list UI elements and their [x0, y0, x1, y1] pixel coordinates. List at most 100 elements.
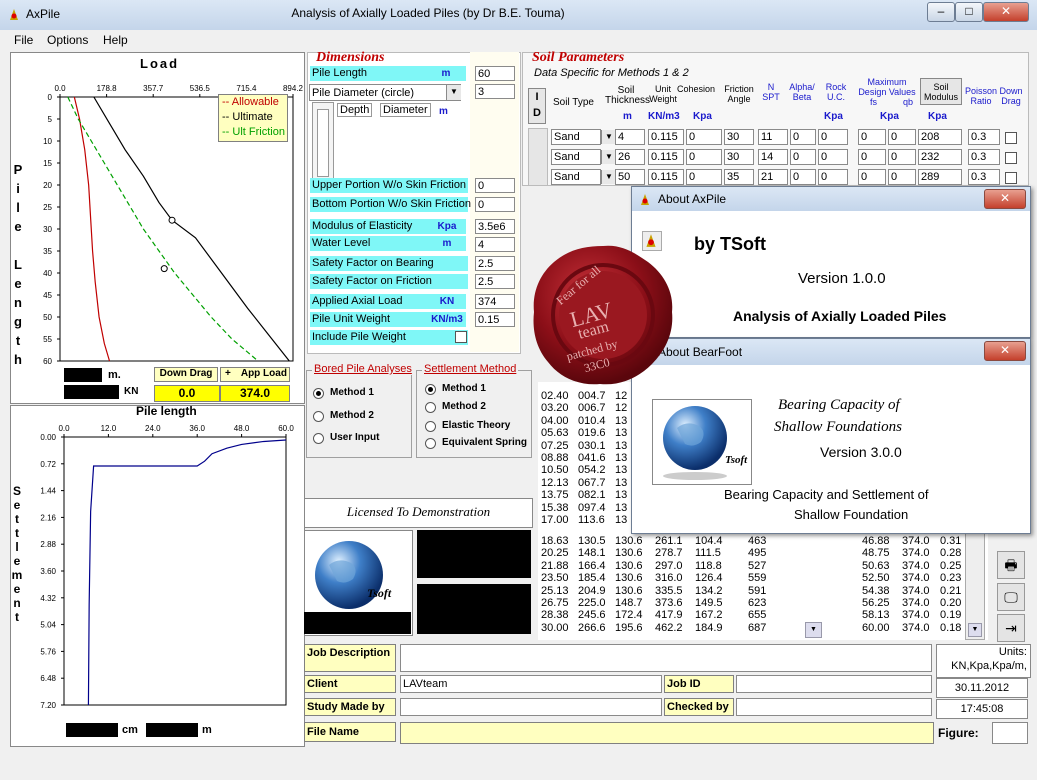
unit-weight-input[interactable]: 0.15 [475, 312, 515, 327]
down-drag-checkbox[interactable] [1005, 132, 1017, 144]
bottom-portion-input[interactable]: 0 [475, 197, 515, 212]
down-drag-checkbox[interactable] [1005, 172, 1017, 184]
study-made-input[interactable] [400, 698, 662, 716]
units-box: Units: KN,Kpa,Kpa/m, [936, 644, 1031, 678]
soil-cell[interactable]: 0 [818, 129, 848, 145]
settle-elastic-label[interactable]: Elastic Theory [442, 420, 510, 431]
bored-method-1-label[interactable]: Method 1 [330, 387, 374, 398]
soil-cell[interactable]: 0.3 [968, 169, 1000, 185]
pile-shape-select[interactable]: Pile Diameter (circle) [309, 84, 461, 101]
bored-method-2-radio[interactable] [313, 411, 324, 422]
axial-load-input[interactable]: 374 [475, 294, 515, 309]
soil-cell[interactable]: 0 [888, 169, 916, 185]
settle-elastic-radio[interactable] [425, 421, 436, 432]
soil-cell[interactable]: 0.3 [968, 149, 1000, 165]
soil-cell[interactable]: 30 [724, 129, 754, 145]
minimize-button[interactable]: – [927, 2, 955, 22]
soil-cell[interactable]: 0 [858, 149, 886, 165]
checked-by-input[interactable] [736, 698, 932, 716]
soil-type-select[interactable]: Sand [551, 149, 601, 165]
settle-method-2-label[interactable]: Method 2 [442, 401, 486, 412]
settle-method-1-radio[interactable] [425, 384, 436, 395]
soil-cell[interactable]: 0.115 [648, 149, 684, 165]
soil-cell[interactable]: 0.3 [968, 129, 1000, 145]
soil-cell[interactable]: 0 [858, 129, 886, 145]
chevron-down-icon[interactable]: ▼ [446, 85, 461, 100]
soil-cell[interactable]: 289 [918, 169, 962, 185]
job-id-input[interactable] [736, 675, 932, 693]
chevron-down-icon[interactable]: ▼ [601, 150, 616, 164]
soil-cell[interactable]: 35 [724, 169, 754, 185]
preview-icon[interactable]: 🖵 [997, 583, 1025, 611]
soil-cell[interactable]: 0 [790, 129, 816, 145]
settle-spring-label[interactable]: Equivalent Spring [442, 437, 527, 448]
settle-method-1-label[interactable]: Method 1 [442, 383, 486, 394]
settle-spring-radio[interactable] [425, 438, 436, 449]
insert-delete-button[interactable]: ID [528, 88, 546, 124]
printer-icon[interactable]: 🖶 [997, 551, 1025, 579]
menu-file[interactable]: File [14, 33, 33, 47]
upper-portion-input[interactable]: 0 [475, 178, 515, 193]
axpile-title-icon [641, 194, 649, 205]
soil-cell[interactable]: 0 [790, 149, 816, 165]
bored-user-input-label[interactable]: User Input [330, 432, 379, 443]
bored-method-1-radio[interactable] [313, 388, 324, 399]
x-tick-label: 357.7 [143, 84, 164, 93]
settle-method-2-radio[interactable] [425, 402, 436, 413]
figure-input[interactable] [992, 722, 1028, 744]
soil-modulus-button[interactable]: Soil Modulus [920, 78, 962, 105]
job-description-input[interactable] [400, 644, 932, 672]
modulus-input[interactable]: 3.5e6 [475, 219, 515, 234]
soil-cell[interactable]: 11 [758, 129, 788, 145]
menu-options[interactable]: Options [47, 33, 88, 47]
about-axpile-close[interactable]: ✕ [984, 189, 1026, 209]
soil-cell[interactable]: 208 [918, 129, 962, 145]
soil-cell[interactable]: 0 [818, 169, 848, 185]
sf-bearing-input[interactable]: 2.5 [475, 256, 515, 271]
chevron-down-icon[interactable]: ▼ [601, 130, 616, 144]
scroll-down-icon[interactable]: ▼ [968, 623, 982, 637]
soil-cell[interactable]: 30 [724, 149, 754, 165]
bored-method-2-label[interactable]: Method 2 [330, 410, 374, 421]
soil-cell[interactable]: 232 [918, 149, 962, 165]
soil-cell[interactable]: 0 [888, 149, 916, 165]
soil-cell[interactable]: 4 [615, 129, 645, 145]
pile-diameter-input[interactable]: 3 [475, 84, 515, 99]
sf-friction-input[interactable]: 2.5 [475, 274, 515, 289]
soil-cell[interactable]: 21 [758, 169, 788, 185]
exit-icon[interactable]: ⇥ [997, 614, 1025, 642]
results-scrollbar[interactable]: ▼ [965, 532, 985, 640]
soil-cell[interactable]: 50 [615, 169, 645, 185]
pile-length-input[interactable]: 60 [475, 66, 515, 81]
about-bearfoot-close[interactable]: ✕ [984, 341, 1026, 361]
soil-cell[interactable]: 0 [686, 129, 722, 145]
slider-track[interactable] [317, 109, 329, 177]
soil-cell[interactable]: 0 [858, 169, 886, 185]
dimensions-title: Dimensions [316, 50, 385, 65]
soil-cell[interactable]: 0 [790, 169, 816, 185]
maximize-button[interactable]: □ [955, 2, 983, 22]
down-drag-checkbox[interactable] [1005, 152, 1017, 164]
soil-cell[interactable]: 0 [818, 149, 848, 165]
diameter-slider[interactable] [312, 102, 334, 179]
close-button[interactable]: ✕ [983, 2, 1029, 22]
bored-user-input-radio[interactable] [313, 433, 324, 444]
soil-cell[interactable]: 26 [615, 149, 645, 165]
chevron-down-icon[interactable]: ▼ [601, 170, 616, 184]
soil-type-select[interactable]: Sand [551, 169, 601, 185]
soil-cell[interactable]: 0.115 [648, 129, 684, 145]
soil-type-select[interactable]: Sand [551, 129, 601, 145]
water-level-input[interactable]: 4 [475, 237, 515, 252]
client-input[interactable]: LAVteam [400, 675, 662, 693]
menu-help[interactable]: Help [103, 33, 128, 47]
file-name-input[interactable] [400, 722, 934, 744]
soil-cell[interactable]: 0.115 [648, 169, 684, 185]
soil-cell[interactable]: 0 [686, 149, 722, 165]
soil-scrollbar[interactable] [528, 128, 548, 186]
soil-cell[interactable]: 0 [686, 169, 722, 185]
results-scroll-down-icon[interactable]: ▼ [805, 622, 822, 638]
about-axpile-title: About AxPile [658, 192, 727, 206]
soil-cell[interactable]: 0 [888, 129, 916, 145]
soil-cell[interactable]: 14 [758, 149, 788, 165]
include-weight-checkbox[interactable] [455, 331, 467, 343]
